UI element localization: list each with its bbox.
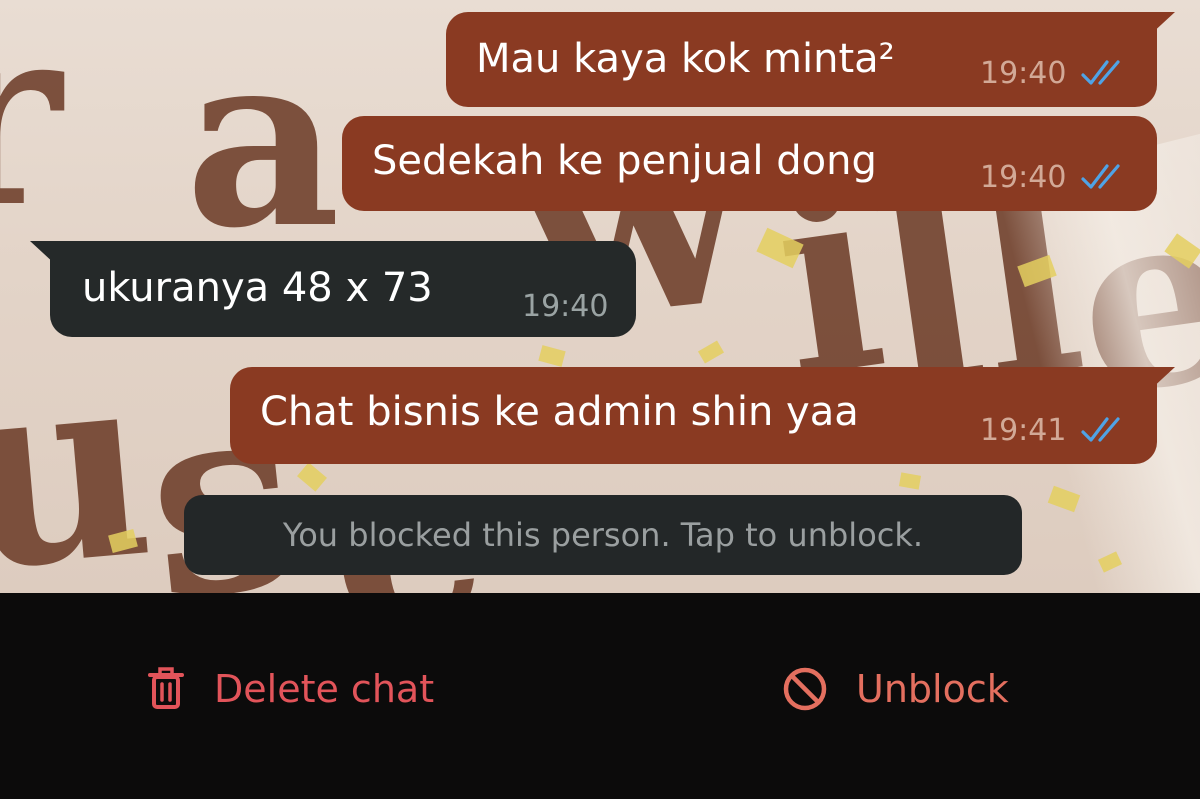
- bubble-tail: [1149, 367, 1175, 391]
- message-bubble-outgoing[interactable]: Sedekah ke penjual dong 19:40: [342, 116, 1157, 211]
- unblock-button[interactable]: Unblock: [782, 659, 1009, 719]
- message-time: 19:40: [980, 160, 1067, 195]
- unblock-label: Unblock: [856, 667, 1009, 711]
- chat-area[interactable]: r a w i ll e u s e Mau kaya kok minta² 1…: [0, 0, 1200, 593]
- blocked-notice[interactable]: You blocked this person. Tap to unblock.: [184, 495, 1022, 575]
- bubble-tail: [30, 241, 56, 265]
- message-time: 19:40: [522, 289, 609, 324]
- message-text: ukuranya 48 x 73: [82, 265, 433, 311]
- block-icon: [783, 667, 827, 711]
- message-time: 19:41: [980, 413, 1067, 448]
- delete-chat-label: Delete chat: [214, 667, 435, 711]
- message-text: Mau kaya kok minta²: [476, 36, 895, 82]
- double-check-icon: [1081, 417, 1120, 442]
- wallpaper-letter: a: [185, 0, 341, 281]
- bubble-tail: [1149, 12, 1175, 36]
- wallpaper-confetti: [898, 472, 922, 490]
- message-bubble-outgoing[interactable]: Chat bisnis ke admin shin yaa 19:41: [230, 367, 1175, 464]
- delete-chat-button[interactable]: Delete chat: [146, 659, 434, 719]
- message-text: Sedekah ke penjual dong: [372, 138, 877, 184]
- message-bubble-outgoing[interactable]: Mau kaya kok minta² 19:40: [446, 12, 1175, 107]
- double-check-icon: [1081, 164, 1120, 189]
- message-time: 19:40: [980, 56, 1067, 91]
- trash-icon: [148, 667, 184, 709]
- double-check-icon: [1081, 60, 1120, 85]
- message-text: Chat bisnis ke admin shin yaa: [260, 389, 859, 435]
- message-bubble-incoming[interactable]: ukuranya 48 x 73 19:40: [30, 241, 636, 337]
- blocked-actions-bar: Delete chat Unblock: [0, 593, 1200, 799]
- wallpaper-letter: r: [0, 0, 62, 240]
